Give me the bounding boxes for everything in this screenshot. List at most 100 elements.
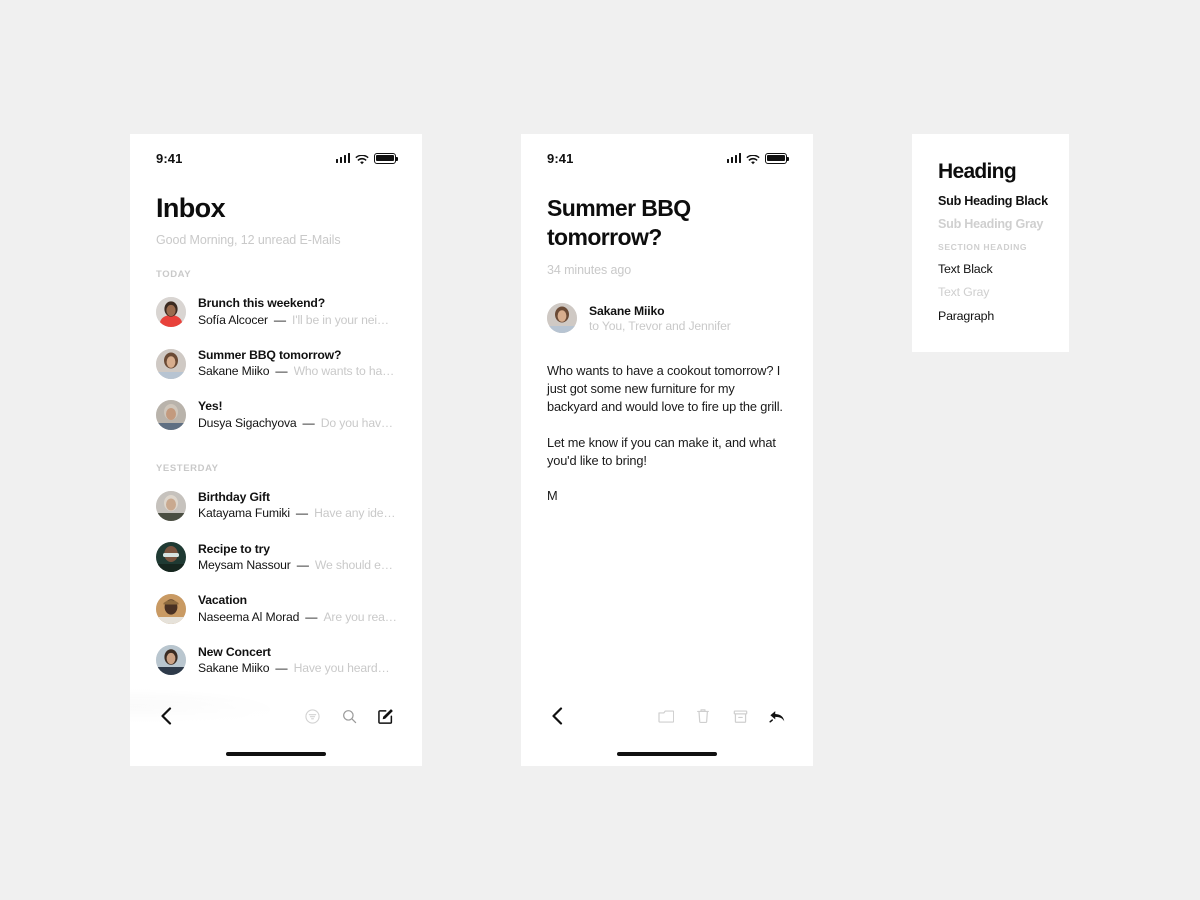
- mail-preview: We should e…: [314, 558, 393, 572]
- avatar: [156, 645, 186, 676]
- email-timestamp: 34 minutes ago: [547, 263, 632, 278]
- phone-screen-detail: 9:41 Summer BBQ tomorrow? 34 minutes ago…: [521, 134, 813, 766]
- mail-subject: New Concert: [198, 644, 271, 659]
- mail-preview: Have you heard…: [293, 661, 390, 676]
- archive-icon[interactable]: [730, 706, 750, 726]
- status-bar: 9:41: [130, 134, 422, 168]
- type-sample-heading: Heading: [938, 160, 1017, 183]
- mail-dash: —: [305, 609, 318, 624]
- mail-dash: —: [302, 415, 315, 430]
- mail-meta: Katayama Fumiki — Have any ide…: [198, 505, 422, 522]
- inbox-header: Inbox Good Morning, 12 unread E-Mails: [130, 168, 422, 248]
- status-time: 9:41: [547, 150, 574, 166]
- avatar: [547, 303, 577, 334]
- list-item[interactable]: Vacation Naseema Al Morad — Are you rea…: [156, 583, 422, 635]
- section-label-today: TODAY: [156, 269, 192, 281]
- mail-subject: Yes!: [198, 399, 223, 414]
- mail-sender: Sakane Miiko: [198, 364, 270, 379]
- mail-dash: —: [296, 558, 309, 572]
- detail-toolbar: [521, 694, 813, 766]
- mail-list-today: Brunch this weekend? Sofía Alcocer — I'l…: [130, 286, 422, 441]
- type-sample-sub-heading-gray: Sub Heading Gray: [938, 217, 1044, 231]
- folder-icon[interactable]: [656, 706, 676, 726]
- mail-text: Yes! Dusya Sigachyova — Do you hav…: [198, 398, 422, 432]
- mail-meta: Naseema Al Morad — Are you rea…: [198, 609, 422, 626]
- mail-sender: Sakane Miiko: [198, 661, 270, 676]
- section-label-yesterday: YESTERDAY: [156, 462, 219, 474]
- status-icons: [335, 152, 399, 165]
- mail-dash: —: [295, 506, 309, 521]
- mail-subject: Recipe to try: [198, 541, 270, 556]
- back-chevron-icon[interactable]: [547, 706, 567, 726]
- mail-meta: Dusya Sigachyova — Do you hav…: [198, 415, 422, 432]
- mail-dash: —: [273, 312, 287, 327]
- mail-text: New Concert Sakane Miiko — Have you hear…: [198, 644, 422, 678]
- wifi-icon: [355, 153, 369, 165]
- mail-sender: Meysam Nassour: [198, 558, 291, 572]
- compose-icon[interactable]: [376, 706, 396, 726]
- detail-header: Summer BBQ tomorrow? 34 minutes ago: [521, 168, 813, 277]
- type-sample-paragraph: Paragraph: [938, 309, 995, 323]
- reply-icon[interactable]: [767, 706, 787, 726]
- mail-meta: Sakane Miiko — Have you heard…: [198, 660, 422, 677]
- list-item[interactable]: Birthday Gift Katayama Fumiki — Have any…: [156, 480, 422, 532]
- email-paragraph: Who wants to have a cookout tomorrow? I …: [547, 363, 783, 415]
- mail-sender: Sofía Alcocer: [198, 312, 268, 327]
- page-subtitle: Good Morning, 12 unread E-Mails: [156, 233, 341, 248]
- avatar: [156, 593, 186, 624]
- canvas: 9:41 Inbox Good Morning, 12 unread E-Mai…: [0, 0, 1200, 900]
- mail-sections: TODAY Brunch this weekend? Sofía Alcocer…: [130, 269, 422, 686]
- inbox-toolbar: [130, 694, 422, 766]
- list-item[interactable]: Yes! Dusya Sigachyova — Do you hav…: [156, 389, 422, 441]
- list-item[interactable]: Recipe to try Meysam Nassour — We should…: [156, 532, 422, 584]
- back-chevron-icon[interactable]: [156, 706, 176, 726]
- sender-name: Sakane Miiko: [589, 303, 665, 318]
- type-sample-section-heading: SECTION HEADING: [938, 242, 1028, 252]
- typography-panel: Heading Sub Heading Black Sub Heading Gr…: [912, 134, 1069, 352]
- mail-preview: Do you hav…: [320, 415, 393, 430]
- mail-dash: —: [275, 364, 288, 379]
- avatar: [156, 542, 186, 573]
- email-subject-title: Summer BBQ tomorrow?: [547, 195, 691, 250]
- mail-meta: Sofía Alcocer — I'll be in your nei…: [198, 312, 422, 329]
- filter-icon[interactable]: [302, 706, 322, 726]
- mail-sender: Katayama Fumiki: [198, 506, 290, 521]
- signal-icon: [726, 153, 741, 163]
- mail-preview: Have any ide…: [314, 506, 396, 521]
- mail-subject: Birthday Gift: [198, 489, 270, 504]
- wifi-icon: [746, 153, 760, 165]
- mail-preview: Are you rea…: [323, 609, 397, 624]
- mail-list-yesterday: Birthday Gift Katayama Fumiki — Have any…: [130, 480, 422, 686]
- phone-screen-inbox: 9:41 Inbox Good Morning, 12 unread E-Mai…: [130, 134, 422, 766]
- mail-subject: Summer BBQ tomorrow?: [198, 347, 342, 362]
- mail-preview: Who wants to ha…: [293, 364, 395, 379]
- avatar: [156, 400, 186, 431]
- mail-text: Vacation Naseema Al Morad — Are you rea…: [198, 592, 422, 626]
- mail-sender: Dusya Sigachyova: [198, 415, 297, 430]
- battery-icon: [765, 152, 790, 164]
- mail-dash: —: [275, 661, 288, 676]
- status-time: 9:41: [156, 150, 183, 166]
- mail-text: Recipe to try Meysam Nassour — We should…: [198, 541, 422, 575]
- mail-text: Birthday Gift Katayama Fumiki — Have any…: [198, 489, 422, 523]
- email-sender-row[interactable]: Sakane Miiko to You, Trevor and Jennifer: [521, 277, 813, 334]
- list-item[interactable]: Brunch this weekend? Sofía Alcocer — I'l…: [156, 286, 422, 338]
- mail-subject: Vacation: [198, 593, 247, 608]
- email-signature: M: [547, 487, 558, 503]
- list-item[interactable]: Summer BBQ tomorrow? Sakane Miiko — Who …: [156, 338, 422, 390]
- signal-icon: [335, 153, 350, 163]
- search-icon[interactable]: [339, 706, 359, 726]
- home-indicator: [617, 752, 717, 756]
- mail-text: Summer BBQ tomorrow? Sakane Miiko — Who …: [198, 347, 422, 381]
- trash-icon[interactable]: [693, 706, 713, 726]
- list-item[interactable]: New Concert Sakane Miiko — Have you hear…: [156, 635, 422, 687]
- sender-recipients: to You, Trevor and Jennifer: [589, 318, 731, 333]
- mail-meta: Meysam Nassour — We should e…: [198, 557, 422, 574]
- email-paragraph: Let me know if you can make it, and what…: [547, 434, 776, 468]
- status-icons: [726, 152, 790, 165]
- detail-toolbar-actions: [656, 706, 787, 726]
- home-indicator: [226, 752, 326, 756]
- mail-preview: I'll be in your nei…: [292, 312, 389, 327]
- avatar: [156, 490, 186, 521]
- sender-text: Sakane Miiko to You, Trevor and Jennifer: [589, 304, 731, 333]
